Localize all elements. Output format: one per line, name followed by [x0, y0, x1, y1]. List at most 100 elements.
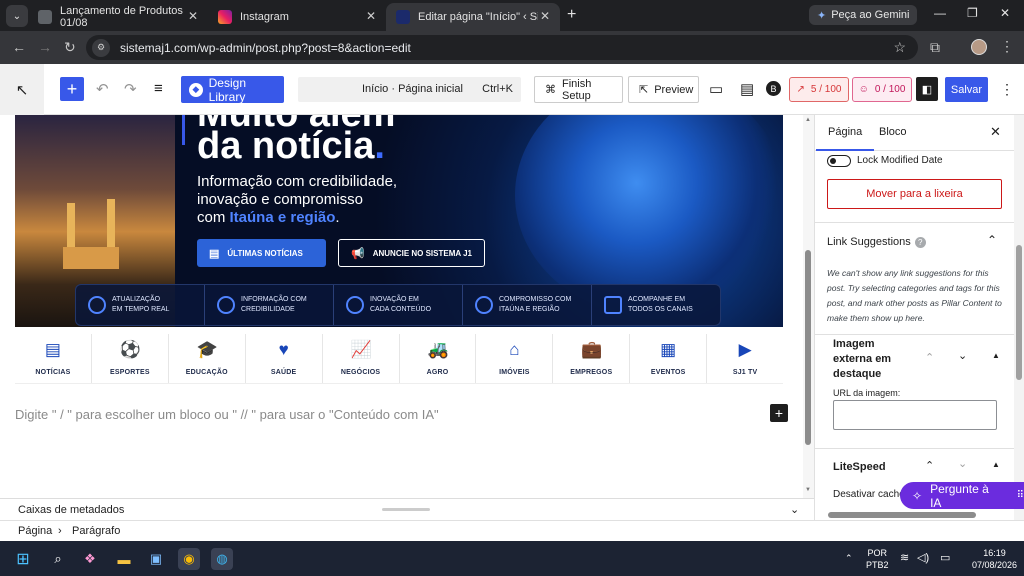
- volume-icon[interactable]: ◁): [917, 552, 929, 564]
- lock-modified-date-toggle[interactable]: [827, 155, 851, 167]
- site-info-icon[interactable]: ⚙: [92, 38, 110, 57]
- tab-block[interactable]: Bloco: [879, 126, 907, 138]
- design-library-button[interactable]: ◆ Design Library: [181, 76, 284, 104]
- category-agro[interactable]: 🚜 AGRO: [400, 334, 477, 383]
- windows-start-icon[interactable]: ⊞: [12, 548, 34, 570]
- breadcrumb-paragraph[interactable]: Parágrafo: [72, 525, 120, 537]
- category-esportes[interactable]: ⚽ ESPORTES: [92, 334, 169, 383]
- move-up-icon[interactable]: ⌃: [925, 459, 934, 472]
- browser-tab-editor[interactable]: Editar página "Início" ‹ Sistema ✕: [386, 3, 560, 31]
- page-options-icon[interactable]: ▤: [740, 80, 754, 98]
- document-overview-icon[interactable]: ≡: [154, 80, 163, 97]
- wifi-icon[interactable]: ≋: [900, 552, 909, 564]
- empty-paragraph-block[interactable]: Digite " / " para escolher um bloco ou "…: [15, 407, 439, 422]
- category-educacao[interactable]: 🎓 EDUCAÇÃO: [169, 334, 246, 383]
- minimize-icon[interactable]: —: [934, 6, 946, 20]
- device-preview-icon[interactable]: ▭: [709, 80, 723, 98]
- back-icon[interactable]: ←: [12, 39, 26, 55]
- ask-ai-button[interactable]: ✧ Pergunte à IA ⠿: [900, 482, 1024, 510]
- tab-page[interactable]: Página: [815, 126, 875, 151]
- browser-tab-instagram[interactable]: Instagram ✕: [208, 3, 386, 31]
- move-up-icon[interactable]: ⌃: [925, 351, 934, 364]
- chevron-down-icon[interactable]: ⌄: [958, 457, 967, 470]
- scroll-up-icon[interactable]: ▲: [805, 117, 811, 123]
- extensions-icon[interactable]: ⧉: [930, 39, 940, 56]
- close-tab-icon[interactable]: ✕: [366, 9, 376, 23]
- close-icon[interactable]: ✕: [990, 124, 1001, 140]
- readability-score-button[interactable]: ☺ 0 / 100: [852, 77, 912, 102]
- command-palette-bar[interactable]: Início · Página inicial Ctrl+K: [298, 77, 521, 102]
- undo-icon[interactable]: ↶: [96, 80, 109, 98]
- chrome-icon[interactable]: ◉: [178, 548, 200, 570]
- preview-button[interactable]: ⇱ Preview: [628, 76, 699, 103]
- drag-handle-icon[interactable]: ⠿: [1017, 490, 1024, 501]
- block-inserter-button[interactable]: +: [60, 77, 84, 101]
- scroll-down-icon[interactable]: ▼: [805, 487, 811, 493]
- bookmark-star-icon[interactable]: ☆: [893, 39, 906, 56]
- chevron-up-icon[interactable]: ⌃: [987, 233, 997, 247]
- finish-setup-button[interactable]: ⌘ Finish Setup: [534, 76, 623, 103]
- reload-icon[interactable]: ↻: [64, 39, 76, 56]
- advertise-button[interactable]: 📢 ANUNCIE NO SISTEMA J1: [338, 239, 485, 267]
- address-bar[interactable]: ⚙ sistemaj1.com/wp-admin/post.php?post=8…: [86, 35, 918, 60]
- chevron-down-icon[interactable]: ⌄: [958, 349, 967, 362]
- profile-avatar[interactable]: [971, 39, 987, 55]
- close-tab-icon[interactable]: ✕: [540, 9, 550, 23]
- close-tab-icon[interactable]: ✕: [188, 9, 198, 23]
- meta-boxes-panel[interactable]: Caixas de metadados ⌄: [0, 498, 814, 520]
- search-icon[interactable]: ⌕: [47, 548, 69, 570]
- category-saude[interactable]: ♥ SAÚDE: [246, 334, 323, 383]
- clock[interactable]: 16:19 07/08/2026: [972, 547, 1017, 571]
- chevron-down-icon[interactable]: ⌄: [790, 503, 799, 516]
- sidebar-scroll-thumb[interactable]: [1016, 245, 1022, 380]
- help-icon[interactable]: ?: [914, 236, 926, 248]
- store-icon[interactable]: ▣: [145, 548, 167, 570]
- gemini-button[interactable]: ✦ Peça ao Gemini: [809, 5, 918, 25]
- latest-news-button[interactable]: ▤ ÚLTIMAS NOTÍCIAS: [197, 239, 326, 267]
- settings-sidebar-toggle[interactable]: ◧: [916, 77, 938, 101]
- category-sj1tv[interactable]: ▶ SJ1 TV: [707, 334, 783, 383]
- canvas-scrollbar[interactable]: ▲ ▼: [803, 115, 814, 498]
- category-imoveis[interactable]: ⌂ IMÓVEIS: [476, 334, 554, 383]
- forward-icon[interactable]: →: [38, 39, 52, 55]
- plugin-b-icon[interactable]: B: [766, 81, 781, 96]
- save-button[interactable]: Salvar: [945, 77, 988, 102]
- category-empregos[interactable]: 💼 EMPREGOS: [553, 334, 631, 383]
- seo-score-button[interactable]: ↗ 5 / 100: [789, 77, 849, 102]
- resize-handle[interactable]: [382, 508, 430, 511]
- breadcrumb-page[interactable]: Página: [18, 525, 52, 537]
- sidebar-scrollbar[interactable]: [1014, 115, 1024, 520]
- feature-line-2: em tempo real: [112, 306, 170, 313]
- tab-search-button[interactable]: ⌄: [6, 5, 28, 27]
- language-indicator[interactable]: POR PTB2: [866, 547, 889, 571]
- toggle-panel-icon[interactable]: ▲: [992, 351, 1000, 360]
- image-url-input[interactable]: [833, 400, 997, 430]
- category-noticias[interactable]: ▤ NOTÍCIAS: [15, 334, 92, 383]
- browser-tab-lancamento[interactable]: Lançamento de Produtos 01/08 ✕: [28, 3, 208, 31]
- battery-icon[interactable]: ▭: [940, 552, 950, 564]
- sidebar-hscroll-thumb[interactable]: [828, 512, 976, 518]
- copilot-icon[interactable]: ❖: [79, 548, 101, 570]
- divider: [815, 222, 1014, 223]
- category-label: EMPREGOS: [570, 369, 613, 376]
- redo-icon[interactable]: ↷: [124, 80, 137, 98]
- add-block-button[interactable]: +: [770, 404, 788, 422]
- link-suggestions-message: We can't show any link suggestions for t…: [827, 268, 1002, 323]
- category-negocios[interactable]: 📈 NEGÓCIOS: [323, 334, 400, 383]
- file-explorer-icon[interactable]: ▬: [113, 548, 135, 570]
- show-hidden-icons[interactable]: ⌃: [845, 552, 853, 564]
- editor-canvas[interactable]: Muito além da notícia. Informação com cr…: [0, 115, 803, 498]
- sidebar-horizontal-scrollbar[interactable]: [816, 510, 1012, 519]
- move-to-trash-button[interactable]: Mover para a lixeira: [827, 179, 1002, 209]
- link-suggestions-header[interactable]: Link Suggestions ?: [827, 236, 926, 248]
- back-arrow-icon[interactable]: ↖: [0, 64, 44, 115]
- toggle-panel-icon[interactable]: ▲: [992, 460, 1000, 469]
- canvas-scroll-thumb[interactable]: [805, 250, 811, 445]
- category-eventos[interactable]: ▦ EVENTOS: [630, 334, 708, 383]
- new-tab-icon[interactable]: +: [567, 6, 576, 24]
- close-window-icon[interactable]: ✕: [1000, 6, 1010, 20]
- edge-icon[interactable]: ◍: [211, 548, 233, 570]
- options-menu-icon[interactable]: ⋮: [1000, 81, 1014, 98]
- browser-menu-icon[interactable]: ⋮: [1000, 38, 1014, 55]
- restore-icon[interactable]: ❐: [967, 6, 978, 20]
